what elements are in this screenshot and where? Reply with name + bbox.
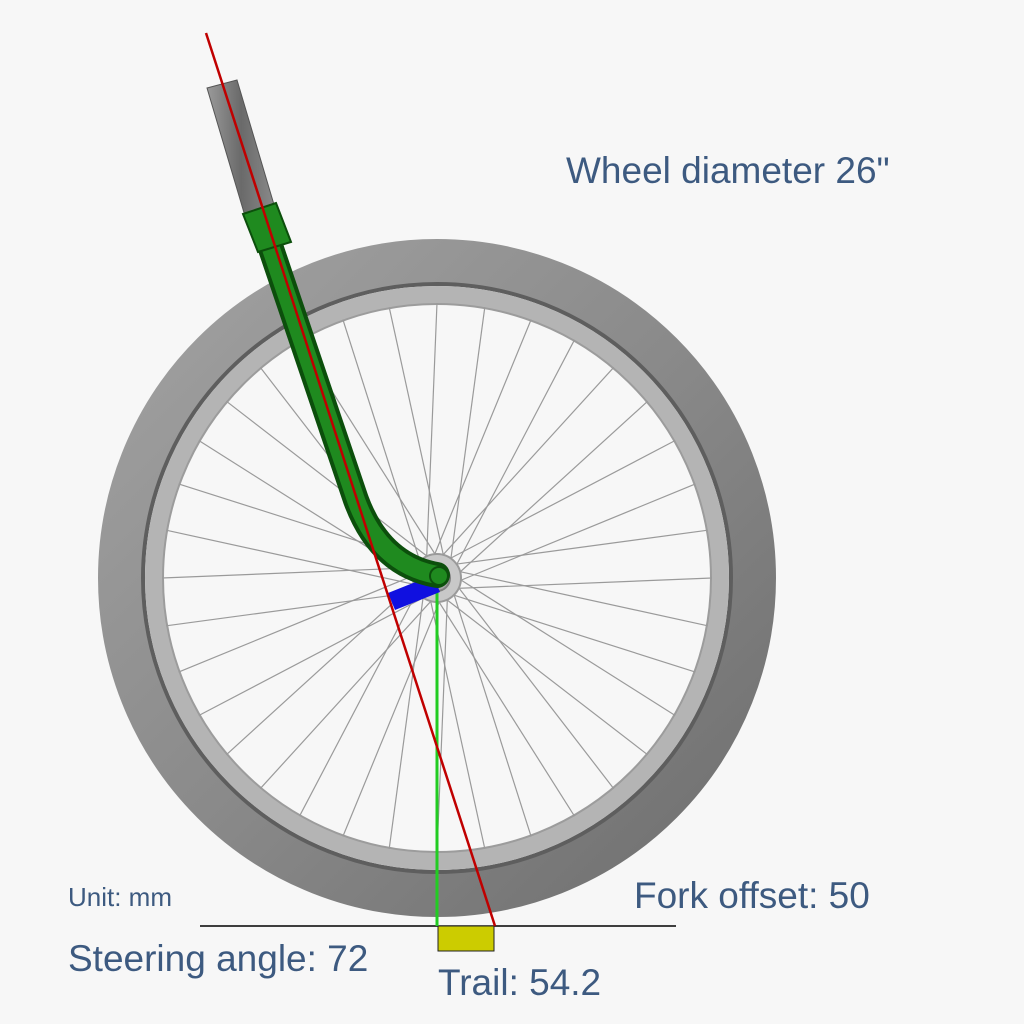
spoke xyxy=(388,592,425,849)
diagram-stage: Wheel diameter 26" Unit: mm Fork offset:… xyxy=(0,0,1024,1024)
spoke xyxy=(166,590,423,627)
spoke xyxy=(436,595,449,854)
spoke xyxy=(178,573,418,673)
spoke xyxy=(456,576,676,717)
spoke xyxy=(449,593,696,673)
fork-offset-label: Fork offset: 50 xyxy=(634,875,870,916)
spoke xyxy=(454,577,713,590)
trail-label: Trail: 54.2 xyxy=(438,962,602,1003)
spoke xyxy=(456,483,696,583)
trail-marker xyxy=(437,925,495,952)
wheel-diameter-label: Wheel diameter 26" xyxy=(566,150,890,191)
spoke xyxy=(452,590,532,837)
spoke xyxy=(439,366,615,559)
steering-angle-label: Steering angle: 72 xyxy=(68,938,369,979)
spoke xyxy=(435,597,576,817)
spoke xyxy=(259,597,435,790)
spoke xyxy=(451,529,708,566)
spoke xyxy=(454,339,576,569)
spoke xyxy=(456,400,649,576)
spoke xyxy=(225,580,418,756)
spoke xyxy=(425,302,438,561)
unit-label: Unit: mm xyxy=(68,882,172,912)
spoke xyxy=(455,570,708,627)
spoke xyxy=(442,596,649,756)
spoke xyxy=(449,307,486,564)
spoke xyxy=(446,439,676,561)
steerer-tube xyxy=(206,79,276,217)
spoke xyxy=(432,319,532,559)
spoke xyxy=(298,587,420,817)
spoke xyxy=(455,583,615,790)
fork-dropout xyxy=(429,566,449,586)
spoke xyxy=(388,307,445,560)
